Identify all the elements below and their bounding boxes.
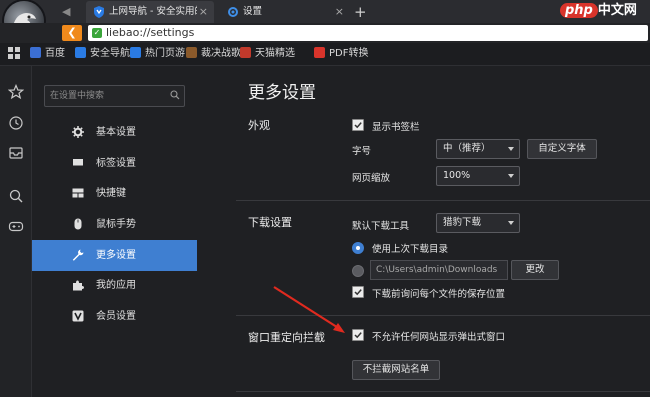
- font-size-select[interactable]: 中（推荐）: [436, 139, 520, 159]
- popup-whitelist-button[interactable]: 不拦截网站名单: [352, 360, 440, 380]
- gamepad-icon[interactable]: [8, 218, 24, 234]
- bookmark-item[interactable]: 天猫精选: [240, 47, 295, 61]
- change-dir-button[interactable]: 更改: [511, 260, 559, 280]
- zoom-label: 网页缩放: [352, 173, 391, 184]
- nav-back-disabled-icon: ◀: [62, 5, 71, 18]
- section-heading-download: 下载设置: [248, 216, 292, 229]
- address-bar[interactable]: ✓ liebao://settings: [88, 25, 648, 41]
- inbox-icon[interactable]: [8, 145, 24, 161]
- bookmark-item[interactable]: 百度: [30, 47, 65, 61]
- vip-icon: [72, 310, 84, 322]
- gear-icon: [228, 7, 238, 17]
- sidebar-item-vip[interactable]: 会员设置: [32, 301, 197, 332]
- download-tool-select[interactable]: 猎豹下载: [436, 213, 520, 233]
- divider: [236, 391, 650, 392]
- bookmark-item[interactable]: PDF转换: [314, 47, 368, 61]
- bookmark-item[interactable]: 安全导航: [75, 47, 130, 61]
- check-icon: [354, 122, 362, 129]
- search-icon: [170, 90, 180, 100]
- download-tool-label: 默认下载工具: [352, 221, 410, 232]
- sidebar-item-mouse-gesture[interactable]: 鼠标手势: [32, 209, 197, 240]
- custom-font-button[interactable]: 自定义字体: [527, 139, 597, 159]
- close-tab-icon[interactable]: ×: [335, 1, 344, 23]
- section-heading-appearance: 外观: [248, 119, 270, 132]
- close-tab-icon[interactable]: ×: [199, 1, 208, 23]
- sidebar-item-basic[interactable]: 基本设置: [32, 117, 197, 148]
- sidebar-item-shortcuts[interactable]: 快捷键: [32, 178, 197, 209]
- sidebar-item-my-apps[interactable]: 我的应用: [32, 270, 197, 301]
- zoom-select[interactable]: 100%: [436, 166, 520, 186]
- star-icon[interactable]: [8, 84, 24, 100]
- search-icon[interactable]: [8, 188, 24, 204]
- show-bookmark-bar-checkbox[interactable]: [352, 119, 364, 131]
- sidebar-item-more-settings[interactable]: 更多设置: [32, 240, 197, 271]
- gear-icon: [72, 126, 84, 138]
- chevron-down-icon: [508, 221, 514, 225]
- keyboard-icon: [72, 188, 84, 198]
- shield-icon: [130, 47, 141, 58]
- url-text[interactable]: liebao://settings: [106, 25, 194, 41]
- font-size-label: 字号: [352, 146, 372, 157]
- tab-navigation[interactable]: 上网导航 - 安全实用的网 ×: [86, 1, 214, 23]
- custom-dir-radio[interactable]: [352, 265, 364, 277]
- tab-icon: [73, 159, 83, 167]
- watermark-logo: php 中文网: [560, 0, 637, 22]
- download-dir-input[interactable]: C:\Users\admin\Downloads: [370, 260, 508, 280]
- puzzle-icon: [73, 280, 84, 291]
- secure-icon: ✓: [92, 28, 102, 38]
- tab-label: 设置: [243, 6, 263, 17]
- block-popups-label: 不允许任何网站显示弹出式窗口: [372, 332, 506, 343]
- back-button[interactable]: ❮: [62, 25, 82, 41]
- grid-icon[interactable]: [8, 47, 22, 61]
- tab-label: 上网导航 - 安全实用的网: [109, 6, 197, 17]
- use-last-dir-radio[interactable]: [352, 242, 364, 254]
- use-last-dir-label: 使用上次下载目录: [372, 244, 449, 255]
- baidu-icon: [30, 47, 41, 58]
- settings-search-input[interactable]: 在设置中搜索: [44, 85, 185, 107]
- chevron-down-icon: [508, 174, 514, 178]
- mouse-icon: [74, 218, 82, 230]
- pdf-icon: [314, 47, 325, 58]
- search-placeholder: 在设置中搜索: [50, 91, 105, 101]
- game-icon: [186, 47, 197, 58]
- wrench-icon: [72, 249, 84, 261]
- shield-icon: [75, 47, 86, 58]
- tab-settings[interactable]: 设置 ×: [220, 1, 350, 23]
- new-tab-button[interactable]: +: [354, 1, 367, 23]
- page-title: 更多设置: [248, 83, 316, 103]
- chevron-down-icon: [508, 147, 514, 151]
- annotation-arrow: [273, 286, 345, 333]
- history-icon[interactable]: [8, 115, 24, 131]
- show-bookmark-bar-label: 显示书签栏: [372, 122, 420, 133]
- settings-main: [198, 66, 650, 397]
- bookmark-item[interactable]: 裁决战歌: [186, 47, 241, 61]
- ask-before-download-label: 下载前询问每个文件的保存位置: [372, 289, 506, 300]
- sidebar-item-tabs[interactable]: 标签设置: [32, 148, 197, 179]
- divider: [236, 200, 650, 201]
- bookmark-item[interactable]: 热门页游: [130, 47, 185, 61]
- shield-icon: [94, 6, 104, 18]
- tmall-icon: [240, 47, 251, 58]
